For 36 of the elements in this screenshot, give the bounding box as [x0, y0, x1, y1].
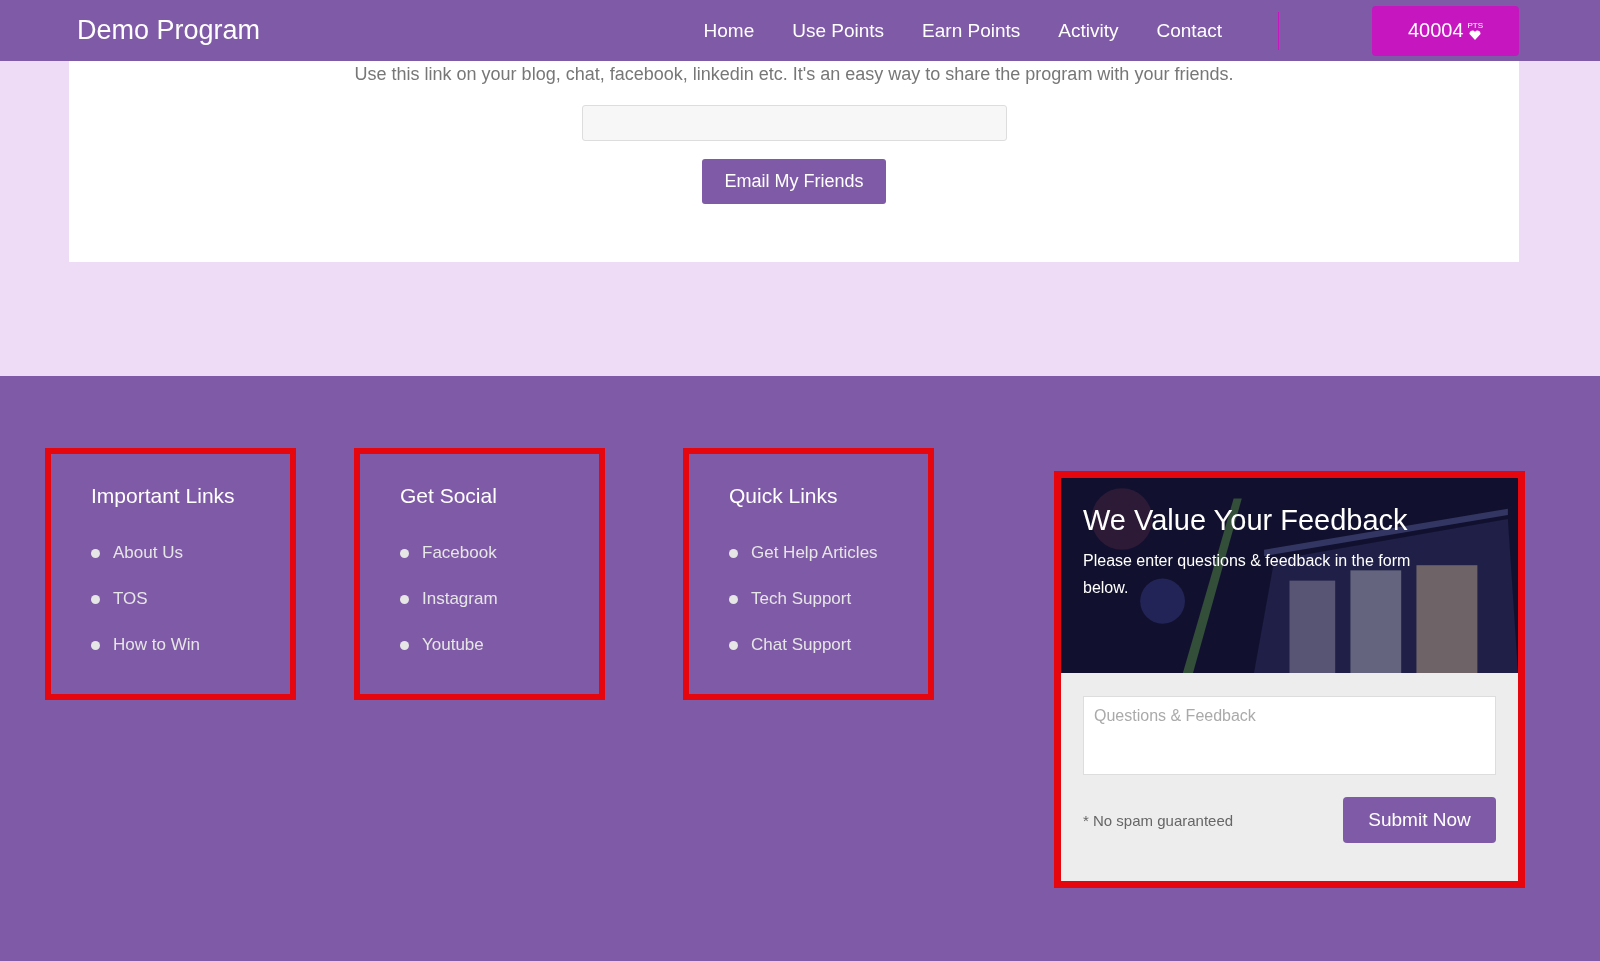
bullet-icon [729, 594, 738, 604]
link-field[interactable] [581, 105, 1007, 141]
column-title: Quick Links [729, 484, 839, 508]
brand-name[interactable]: Demo Program [77, 15, 261, 46]
bullet-icon [91, 594, 100, 604]
bullet-icon [400, 640, 409, 650]
column-title: Important Links [91, 484, 236, 508]
footer-link[interactable]: TOS [113, 589, 148, 609]
footer-link[interactable]: Tech Support [751, 589, 852, 609]
bullet-icon [91, 548, 100, 558]
feedback-title: We Value Your Feedback [1083, 504, 1409, 537]
bullet-icon [400, 548, 409, 558]
nav-link[interactable]: Use Points [792, 19, 885, 42]
feedback-subtitle: Please enter questions & feedback in the form below. [1083, 551, 1412, 598]
footer-link[interactable]: Facebook [422, 543, 497, 563]
heart-icon [1469, 29, 1482, 40]
column-title: Get Social [400, 484, 498, 508]
nav-link[interactable]: Earn Points [922, 19, 1021, 42]
email-button[interactable]: Email My Friends [702, 159, 886, 204]
bullet-icon [400, 594, 409, 604]
bullet-icon [729, 640, 738, 650]
share-description: Use this link on your blog, chat, facebook, linkedin etc. It's an easy way to share the program with your friends. [354, 64, 1234, 85]
footer-link[interactable]: Instagram [422, 589, 498, 609]
footer-link[interactable]: Chat Support [751, 635, 852, 655]
footer-link[interactable]: Get Help Articles [751, 543, 878, 563]
bullet-icon [729, 548, 738, 558]
feedback-field[interactable]: Questions & Feedback [1083, 696, 1496, 775]
submit-button[interactable]: Submit Now [1343, 797, 1496, 843]
footer-link[interactable]: Youtube [422, 635, 484, 655]
nav-link[interactable]: Home [703, 19, 755, 42]
spam-note: * No spam guaranteed [1083, 811, 1234, 829]
nav-link[interactable]: Activity [1058, 19, 1119, 42]
nav-link[interactable]: Contact [1156, 19, 1222, 42]
bullet-icon [91, 640, 100, 650]
footer-link[interactable]: About Us [113, 543, 183, 563]
footer-link[interactable]: How to Win [113, 635, 200, 655]
